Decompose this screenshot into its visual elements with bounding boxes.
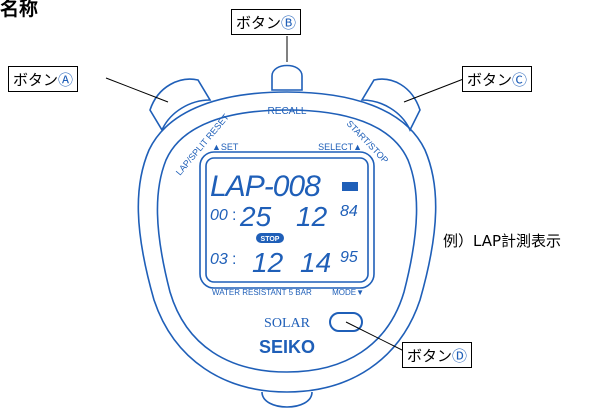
leader-a	[105, 77, 169, 103]
callout-a-text: ボタン	[13, 71, 59, 89]
lcd-row3-sec: 14	[300, 247, 331, 278]
callout-d-mark: Ⓓ	[452, 347, 468, 365]
callout-c-mark: Ⓒ	[512, 71, 528, 89]
battery-icon	[342, 182, 358, 191]
lcd-row2-hund: 84	[340, 203, 358, 220]
label-solar: SOLAR	[264, 316, 311, 331]
callout-button-a: ボタンⒶ	[8, 66, 79, 92]
lanyard-loop	[261, 391, 313, 408]
lcd-row3-hours: 03	[210, 251, 228, 268]
leader-c	[403, 77, 467, 103]
label-mode: MODE▼	[332, 288, 364, 297]
callout-button-d: ボタンⒹ	[402, 342, 473, 368]
label-brand: SEIKO	[259, 337, 315, 357]
lcd-row3-hund: 95	[340, 249, 358, 266]
lcd-row2-colon: :	[232, 207, 236, 224]
callout-d-text: ボタン	[407, 347, 453, 365]
label-water-resistant: WATER RESISTANT 5 BAR	[212, 288, 312, 297]
diagram: 名称 RECALL LAP/SPLIT RESET START/STOP ▲SE…	[0, 0, 599, 419]
lcd-row3-colon: :	[232, 251, 236, 268]
callout-b-text: ボタン	[236, 14, 282, 32]
label-recall: RECALL	[268, 106, 307, 117]
lcd-row2-min: 25	[239, 201, 272, 232]
label-select: SELECT▲	[318, 142, 362, 152]
callout-button-b: ボタンⒷ	[231, 9, 302, 35]
lcd-row2-hours: 00	[210, 207, 228, 224]
crown-button-b	[271, 64, 303, 91]
stopwatch-illustration: RECALL LAP/SPLIT RESET START/STOP ▲SET S…	[105, 36, 467, 408]
example-label: 例）LAP計測表示	[443, 232, 562, 250]
lcd-row1: LAP-008	[210, 170, 321, 203]
callout-button-c: ボタンⒸ	[462, 66, 533, 92]
side-button-a	[149, 78, 212, 132]
stop-badge: STOP	[261, 236, 280, 243]
callout-a-mark: Ⓐ	[58, 71, 74, 89]
lcd-row2-sec: 12	[296, 201, 328, 232]
callout-c-text: ボタン	[467, 71, 513, 89]
lcd-row3-min: 12	[252, 247, 284, 278]
callout-b-mark: Ⓑ	[281, 14, 297, 32]
label-set: ▲SET	[212, 142, 239, 152]
